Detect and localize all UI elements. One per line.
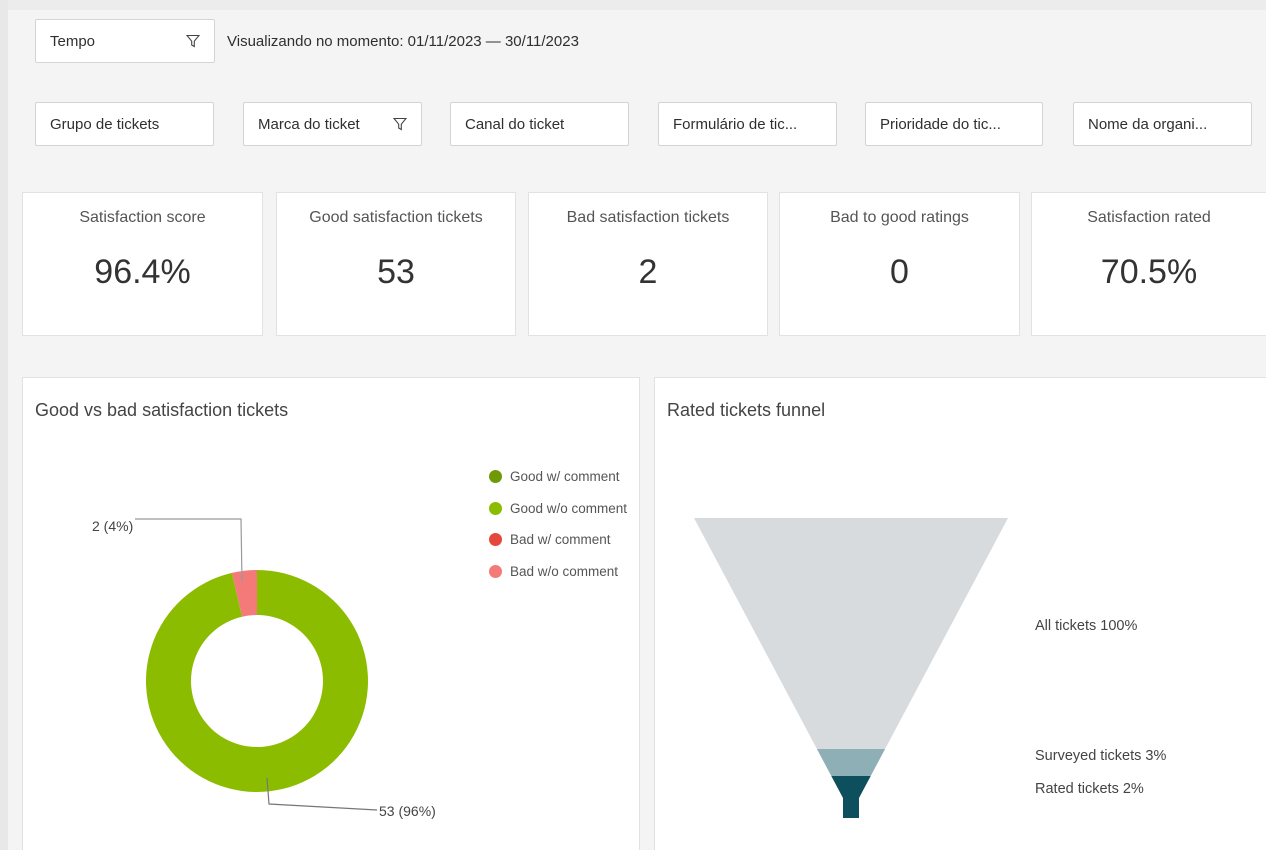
kpi-value: 53 <box>377 253 415 291</box>
funnel-panel: Rated tickets funnel All tickets 100% Su… <box>654 377 1266 850</box>
kpi-bad-to-good-ratings: Bad to good ratings 0 <box>779 192 1020 336</box>
filter-ticket-form[interactable]: Formulário de tic... <box>658 102 837 146</box>
kpi-title: Satisfaction rated <box>1087 209 1211 226</box>
kpi-title: Bad satisfaction tickets <box>566 209 730 226</box>
donut-leader-line-bad <box>135 518 243 583</box>
filter-ticket-brand[interactable]: Marca do ticket <box>243 102 422 146</box>
filter-ticket-group[interactable]: Grupo de tickets <box>35 102 214 146</box>
donut-chart <box>135 518 378 811</box>
kpi-good-satisfaction-tickets: Good satisfaction tickets 53 <box>276 192 516 336</box>
funnel-chart <box>694 518 1008 818</box>
funnel-label-rated: Rated tickets 2% <box>1035 781 1144 797</box>
kpi-title: Satisfaction score <box>79 209 206 226</box>
top-strip <box>0 0 1266 10</box>
kpi-satisfaction-rated: Satisfaction rated 70.5% <box>1031 192 1266 336</box>
filter-label: Formulário de tic... <box>673 115 798 133</box>
filter-label: Marca do ticket <box>258 115 360 133</box>
donut-label-good: 53 (96%) <box>379 803 436 819</box>
funnel-stage-rated-tickets[interactable] <box>831 776 871 818</box>
donut-slice-good-w-o-comment[interactable] <box>146 570 369 792</box>
filter-label: Canal do ticket <box>465 115 565 133</box>
kpi-value: 70.5% <box>1100 253 1198 291</box>
kpi-satisfaction-score: Satisfaction score 96.4% <box>22 192 263 336</box>
kpi-value: 0 <box>890 253 909 291</box>
donut-label-bad: 2 (4%) <box>92 518 134 534</box>
kpi-title: Bad to good ratings <box>830 209 969 226</box>
time-filter-label: Tempo <box>50 32 96 50</box>
funnel-stage-all-tickets[interactable] <box>694 518 1008 749</box>
funnel-stage-surveyed-tickets[interactable] <box>816 749 886 776</box>
funnel-label-surveyed: Surveyed tickets 3% <box>1035 748 1167 764</box>
filter-ticket-channel[interactable]: Canal do ticket <box>450 102 629 146</box>
kpi-value: 2 <box>638 253 658 291</box>
funnel-label-all: All tickets 100% <box>1035 618 1138 634</box>
left-strip <box>0 0 8 850</box>
filter-organization-name[interactable]: Nome da organi... <box>1073 102 1252 146</box>
viewing-date-range: Visualizando no momento: 01/11/2023 — 30… <box>227 33 579 50</box>
filter-label: Prioridade do tic... <box>880 115 1001 133</box>
filter-icon <box>186 34 200 48</box>
filter-label: Nome da organi... <box>1088 115 1208 133</box>
kpi-value: 96.4% <box>94 253 191 291</box>
filter-icon <box>393 117 407 131</box>
time-filter[interactable]: Tempo <box>35 19 215 63</box>
donut-panel: Good vs bad satisfaction tickets Good w/… <box>22 377 640 850</box>
kpi-bad-satisfaction-tickets: Bad satisfaction tickets 2 <box>528 192 768 336</box>
filter-ticket-priority[interactable]: Prioridade do tic... <box>865 102 1043 146</box>
kpi-title: Good satisfaction tickets <box>309 209 483 226</box>
filter-label: Grupo de tickets <box>50 115 160 133</box>
